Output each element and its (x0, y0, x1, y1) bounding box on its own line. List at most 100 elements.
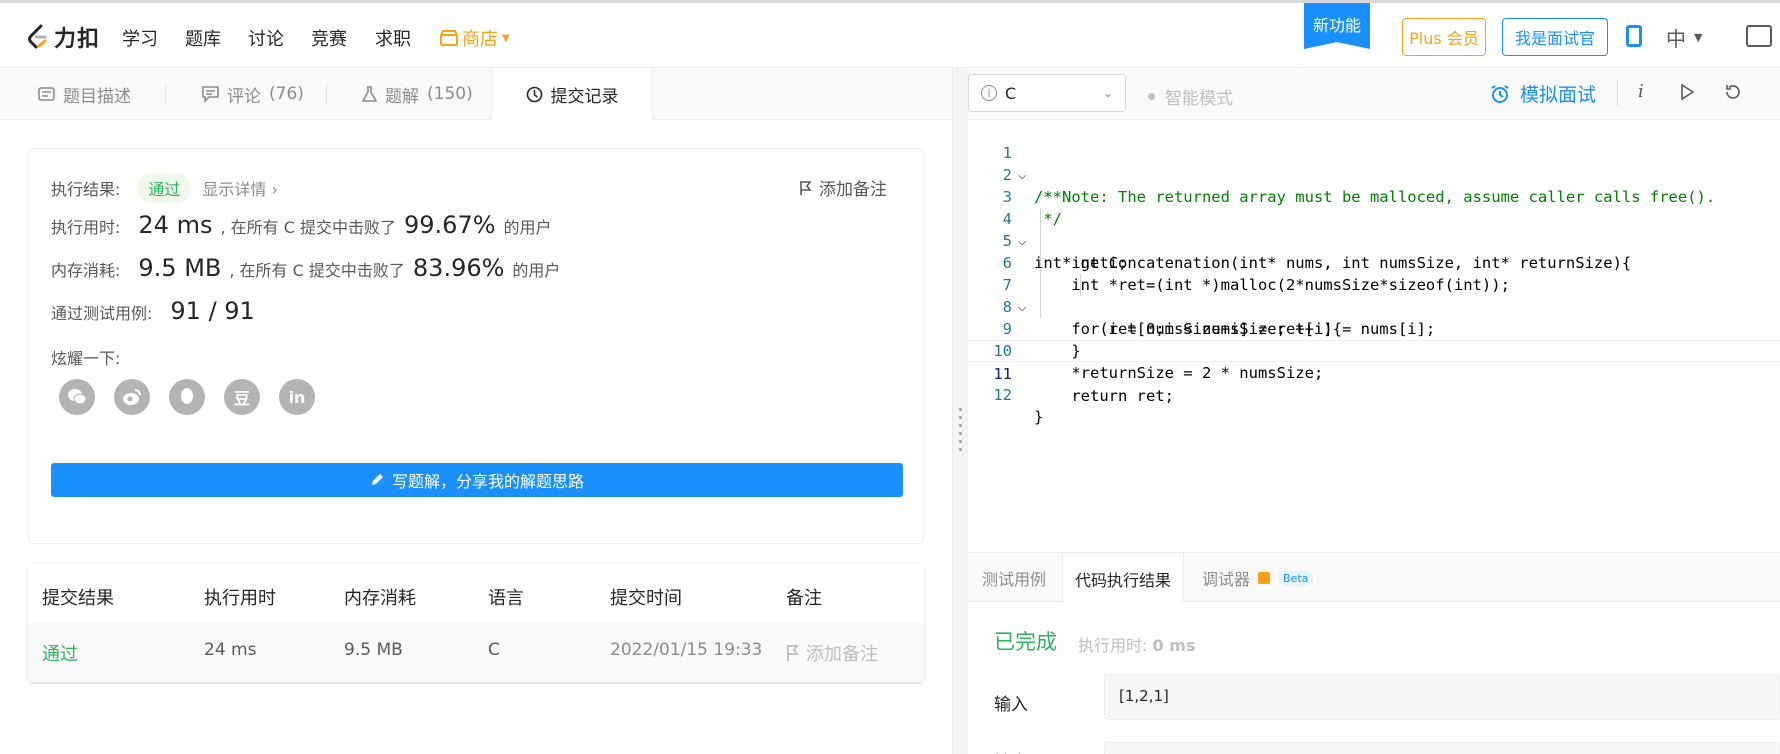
tab-solutions-label: 题解 (385, 86, 419, 107)
store-icon (440, 30, 458, 46)
tests-value: 91 / 91 (170, 297, 255, 325)
nav-problems[interactable]: 题库 (185, 25, 221, 51)
column-header: 备注 (786, 588, 822, 609)
smart-mode-toggle[interactable]: 智能模式 (1148, 84, 1233, 109)
code-text: } (1034, 408, 1044, 426)
write-solution-button[interactable]: 写题解，分享我的解题思路 (51, 463, 903, 497)
table-row[interactable]: 通过 24 ms 9.5 MB C 2022/01/15 19:33 添加备注 (28, 622, 924, 682)
drag-handle-icon[interactable] (959, 408, 962, 451)
result-status-badge: 通过 (138, 173, 191, 203)
column-header: 提交结果 (42, 588, 114, 609)
line-number: 12 (993, 386, 1012, 404)
column-header: 执行用时 (204, 588, 276, 609)
flag-icon (800, 180, 812, 195)
nav-shop[interactable]: 商店 ▼ (440, 25, 510, 51)
run-time-value: 0 ms (1152, 636, 1196, 655)
code-line: 9 } (968, 296, 1780, 360)
info-italic-icon[interactable]: i (1638, 81, 1644, 102)
code-line-current: 11 return ret; (968, 340, 1780, 405)
clock-icon (526, 86, 542, 103)
run-time-label: 执行用时: (1078, 636, 1148, 655)
result-status-label: 执行结果: (51, 180, 121, 199)
playground-icon[interactable] (1746, 25, 1772, 47)
code-line: 5 int i; (968, 208, 1780, 272)
show-details-link[interactable]: 显示详情 › (202, 176, 278, 200)
code-line: 3 */ (968, 164, 1780, 228)
new-feature-ribbon[interactable]: 新功能 (1304, 3, 1370, 49)
run-status: 已完成 (994, 630, 1057, 654)
tab-debugger[interactable]: 调试器 Beta (1202, 553, 1314, 603)
submission-result[interactable]: 通过 (42, 640, 78, 666)
tab-description[interactable]: 题目描述 (38, 68, 131, 120)
comment-icon (202, 86, 219, 102)
editor-toolbar: i C ⌄ 智能模式 模拟面试 i (968, 68, 1780, 120)
input-label: 输入 (994, 695, 1028, 715)
mobile-app-icon[interactable] (1626, 25, 1642, 47)
caret-down-icon: ▼ (1694, 31, 1703, 44)
runtime-text: , 在所有 C 提交中击败了 (220, 218, 396, 237)
wechat-icon[interactable] (59, 379, 95, 415)
runtime-row: 执行用时: 24 ms , 在所有 C 提交中击败了 99.67% 的用户 (51, 211, 552, 239)
tab-run-result[interactable]: 代码执行结果 (1062, 553, 1185, 604)
mock-interview-button[interactable]: 模拟面试 (1490, 80, 1596, 107)
column-header: 提交时间 (610, 588, 682, 609)
runtime-percentile: 99.67% (404, 211, 496, 239)
nav-discuss[interactable]: 讨论 (248, 25, 284, 51)
code-text: return ret; (1034, 387, 1174, 405)
tab-description-label: 题目描述 (63, 86, 131, 107)
left-panel: 题目描述 评论 (76) 题解 (150) 提交记录 执行结果: 通过 显示详情… (0, 68, 952, 754)
flag-icon (787, 645, 799, 661)
runtime-value: 24 ms (138, 211, 213, 239)
interviewer-button[interactable]: 我是面试官 (1502, 18, 1608, 56)
language-select[interactable]: i C ⌄ (968, 74, 1126, 112)
panel-splitter[interactable] (952, 68, 968, 754)
memory-text: , 在所有 C 提交中击败了 (229, 261, 405, 280)
code-line: 1 ⌵ /** (968, 120, 1780, 206)
column-header: 语言 (488, 588, 524, 609)
nav-jobs[interactable]: 求职 (375, 25, 411, 51)
info-icon: i (981, 85, 997, 101)
nav-contest[interactable]: 竞赛 (311, 25, 347, 51)
tab-testcase[interactable]: 测试用例 (982, 553, 1046, 603)
input-value-box: [1,2,1] (1104, 674, 1780, 720)
problem-tabs: 题目描述 评论 (76) 题解 (150) 提交记录 (0, 68, 952, 121)
logo[interactable]: 力扣 (26, 21, 100, 53)
douban-icon[interactable]: 豆 (224, 379, 260, 415)
submission-note-label: 添加备注 (806, 644, 878, 665)
submission-runtime: 24 ms (204, 640, 257, 660)
tests-row: 通过测试用例: 91 / 91 (51, 297, 255, 325)
result-status-row: 执行结果: 通过 显示详情 › (51, 173, 278, 203)
qq-icon[interactable] (169, 379, 205, 415)
add-note-button[interactable]: 添加备注 (799, 175, 887, 200)
runtime-users: 的用户 (503, 218, 552, 237)
pencil-icon (371, 474, 383, 485)
memory-percentile: 83.96% (412, 254, 505, 282)
submissions-table: 提交结果 执行用时 内存消耗 语言 提交时间 备注 通过 24 ms 9.5 M… (28, 564, 924, 682)
tab-solutions[interactable]: 题解 (150) (362, 68, 473, 120)
play-icon[interactable] (1680, 84, 1694, 100)
plus-member-button[interactable]: Plus 会员 (1402, 18, 1486, 56)
language-select-value: C (1005, 83, 1017, 103)
code-editor[interactable]: 1 ⌵ /** 2 * Note: The returned array mus… (968, 120, 1780, 552)
tab-comments-count: (76) (269, 84, 304, 104)
tab-submissions[interactable]: 提交记录 (491, 68, 653, 121)
memory-row: 内存消耗: 9.5 MB , 在所有 C 提交中击败了 83.96% 的用户 (51, 254, 560, 282)
top-nav: 力扣 学习 题库 讨论 竞赛 求职 商店 ▼ 新功能 Plus 会员 我是面试官… (0, 0, 1780, 68)
tab-solutions-count: (150) (427, 84, 473, 104)
tab-comments[interactable]: 评论 (76) (202, 68, 304, 120)
nav-learn[interactable]: 学习 (122, 25, 158, 51)
memory-label: 内存消耗: (51, 261, 121, 280)
output-value-box (1104, 742, 1780, 754)
language-switch[interactable]: 中 ▼ (1666, 23, 1702, 52)
caret-down-icon: ▼ (502, 32, 510, 44)
result-card: 执行结果: 通过 显示详情 › 添加备注 执行用时: 24 ms , 在所有 C… (28, 148, 924, 544)
weibo-icon[interactable] (114, 379, 150, 415)
chevron-down-icon: ⌄ (1102, 86, 1113, 100)
memory-users: 的用户 (512, 261, 561, 280)
write-solution-label: 写题解，分享我的解题思路 (391, 472, 584, 491)
reset-icon[interactable] (1724, 84, 1741, 101)
linkedin-icon[interactable]: in (279, 379, 315, 415)
tab-divider (165, 84, 166, 104)
tab-submissions-label: 提交记录 (550, 87, 619, 107)
submission-add-note[interactable]: 添加备注 (786, 640, 878, 666)
